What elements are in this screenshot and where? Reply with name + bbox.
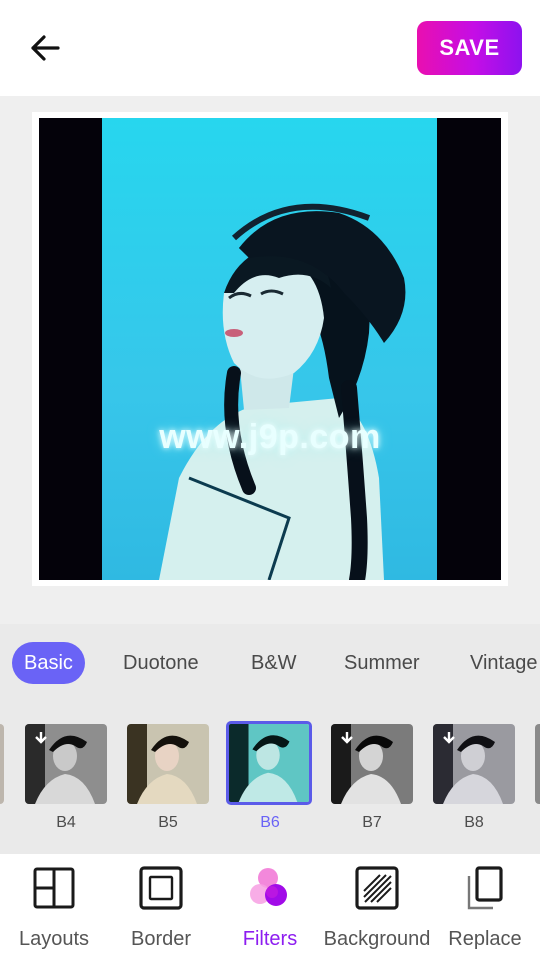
tool-label: Filters [242, 928, 298, 950]
tool-label: Layouts [18, 928, 90, 950]
filter-thumb-partial-left[interactable] [0, 722, 4, 832]
photo-preview[interactable]: www.j9p.com [39, 118, 501, 580]
filter-preview-image [127, 724, 209, 804]
filter-thumb-partial-right[interactable] [535, 722, 540, 832]
photo-frame[interactable]: www.j9p.com [32, 112, 508, 586]
filter-label: B5 [158, 814, 178, 831]
filter-preview-image [226, 721, 312, 805]
save-button[interactable]: SAVE [417, 21, 522, 75]
tab-vintage[interactable]: Vintage [470, 642, 537, 684]
filter-label: B8 [464, 814, 484, 831]
filters-icon [250, 868, 287, 906]
arrow-left-icon [31, 35, 60, 61]
watermark-text: www.j9p.com [159, 418, 381, 456]
tab-bw[interactable]: B&W [251, 642, 297, 684]
filter-preview-image [25, 724, 107, 804]
portrait-photo [39, 118, 501, 580]
filter-panel: Basic Duotone B&W Summer Vintage B4 B5 B… [0, 624, 540, 854]
filter-label: B6 [260, 814, 280, 831]
replace-icon [467, 866, 503, 910]
bottom-toolbar: Layouts Border Filters Background Replac… [0, 854, 540, 960]
filter-thumb-b4[interactable]: B4 [25, 722, 107, 832]
layouts-icon [33, 867, 75, 909]
filter-thumb-b6[interactable]: B6 [226, 721, 312, 832]
filter-label: B7 [362, 814, 382, 831]
top-bar: SAVE [0, 0, 540, 96]
tab-summer[interactable]: Summer [344, 642, 420, 684]
filter-label: B4 [56, 814, 76, 831]
border-icon [139, 866, 183, 910]
filter-thumb-b7[interactable]: B7 [331, 722, 413, 832]
tool-filters[interactable]: Filters [216, 854, 324, 960]
tool-background[interactable]: Background [323, 854, 431, 960]
filter-preview-image [433, 724, 515, 804]
tool-label: Background [323, 928, 431, 950]
tool-layouts[interactable]: Layouts [0, 854, 108, 960]
tool-replace[interactable]: Replace [431, 854, 539, 960]
filter-thumbnails: B4 B5 B6 B7 B8 [0, 721, 540, 842]
filter-category-tabs: Basic Duotone B&W Summer Vintage [0, 642, 540, 686]
tool-label: Border [130, 928, 192, 950]
filter-thumb-b8[interactable]: B8 [433, 722, 515, 832]
tool-border[interactable]: Border [107, 854, 215, 960]
filter-thumb-b5[interactable]: B5 [127, 722, 209, 832]
photo-editor-screen: SAVE www.j9p.com Basic Duotone B&W Summe… [0, 0, 540, 960]
tab-duotone[interactable]: Duotone [123, 642, 199, 684]
tool-label: Replace [448, 928, 522, 950]
canvas-area: www.j9p.com [0, 96, 540, 624]
tab-basic[interactable]: Basic [12, 642, 85, 684]
filter-preview-image [331, 724, 413, 804]
back-button[interactable] [22, 26, 68, 70]
background-icon [355, 866, 399, 910]
